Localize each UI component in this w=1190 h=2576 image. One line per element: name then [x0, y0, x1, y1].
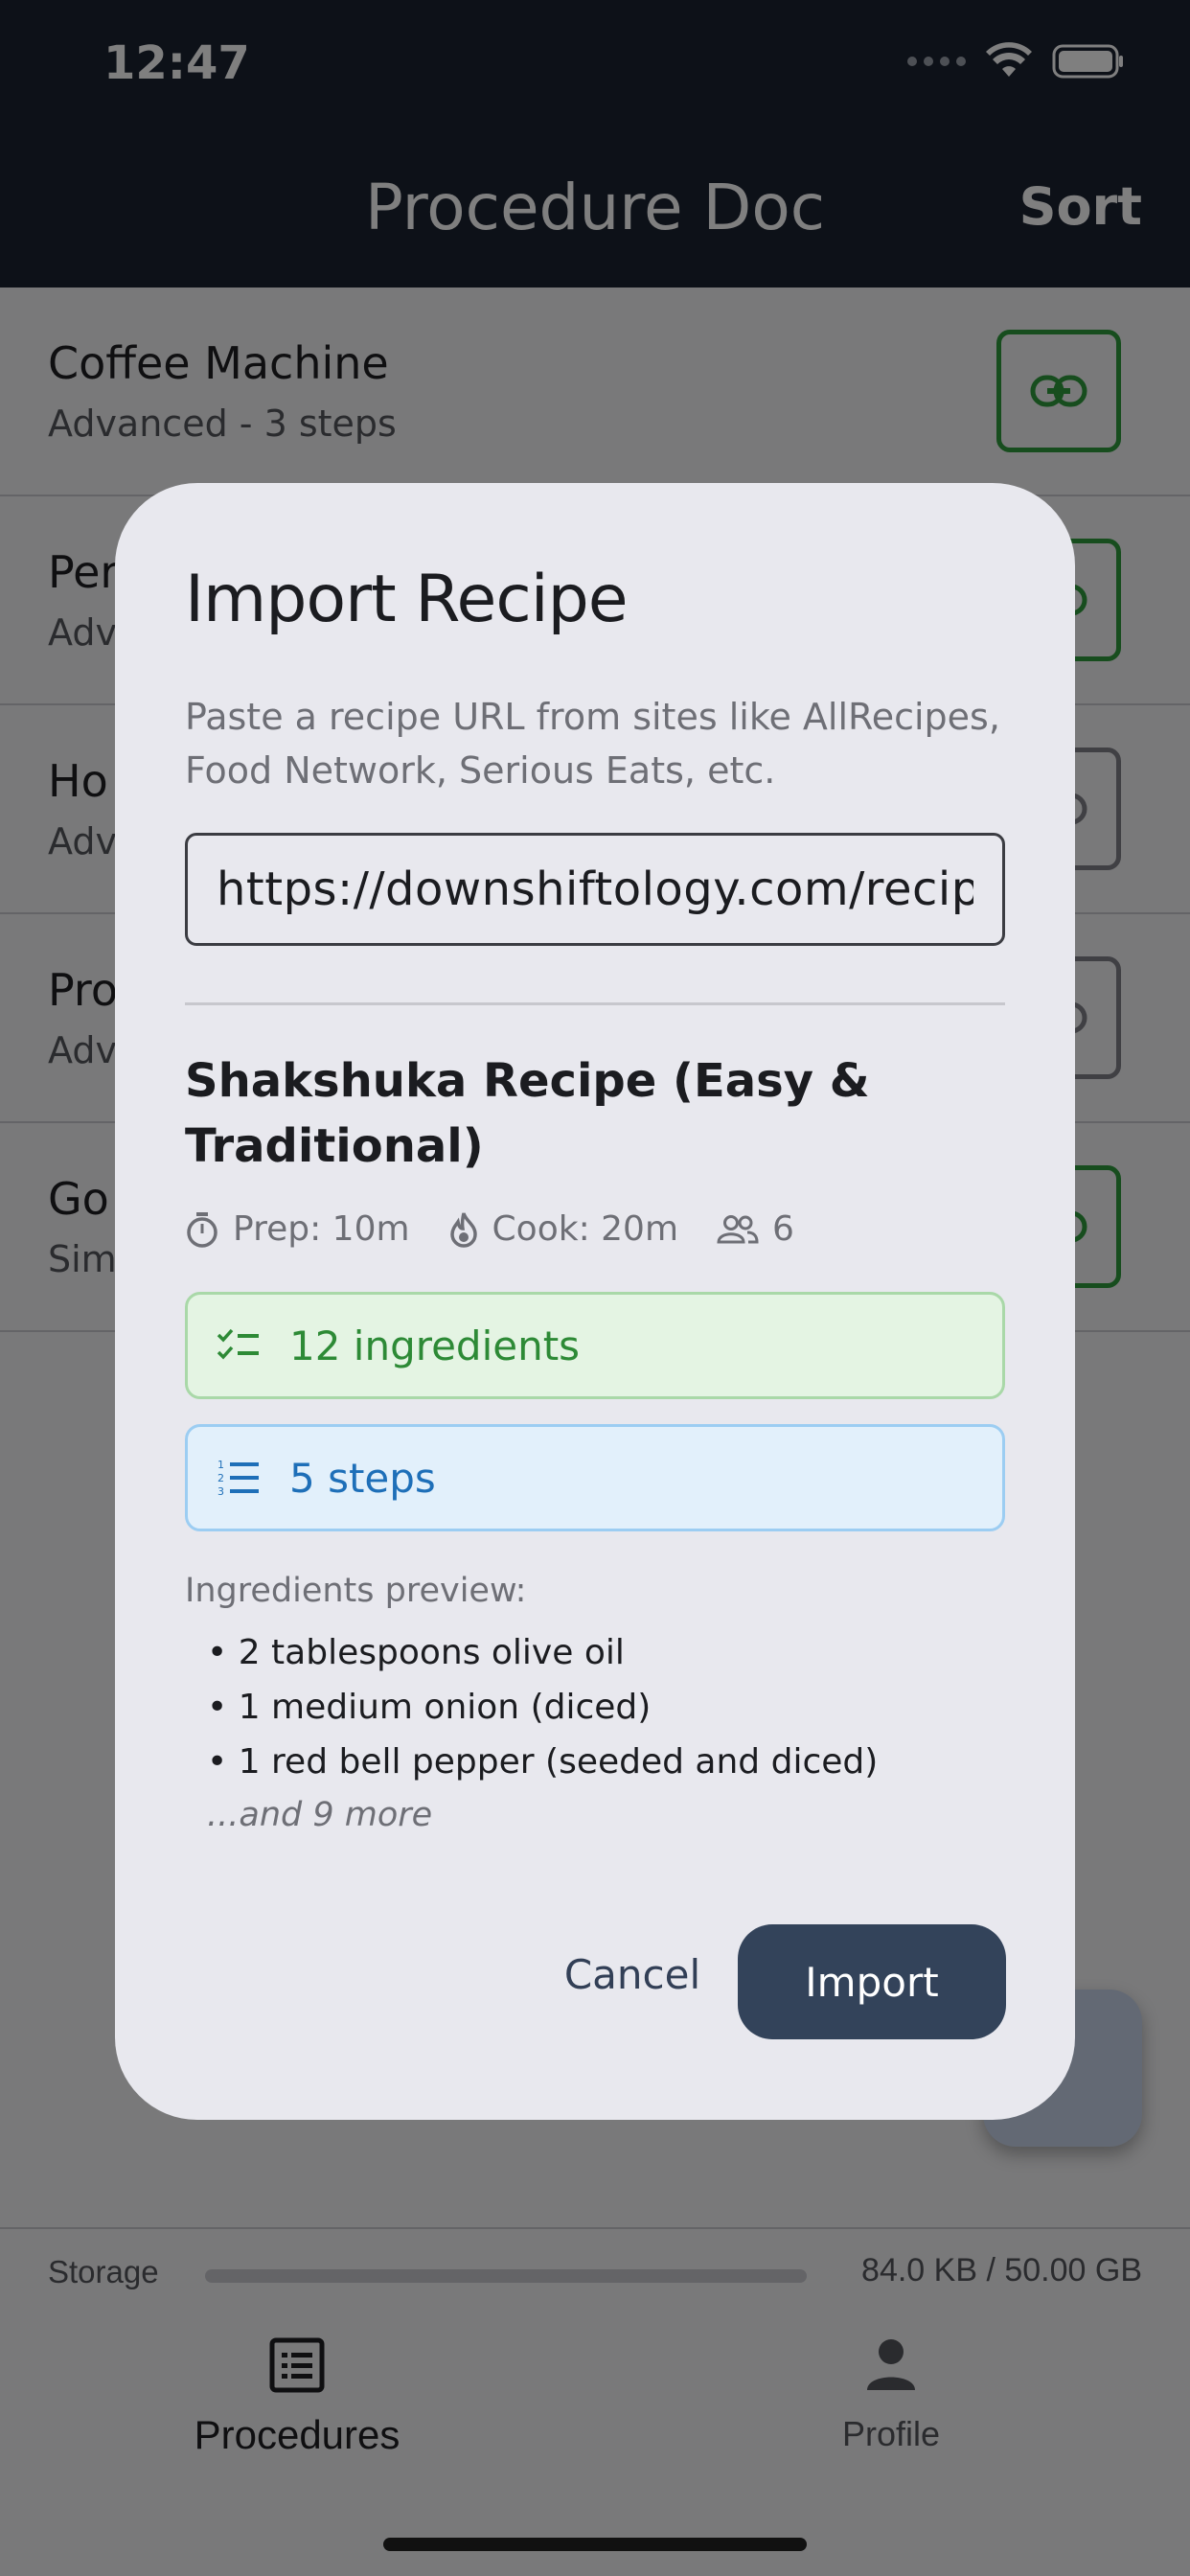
ingredients-count: 12 ingredients [289, 1322, 581, 1369]
cook-time-text: Cook: 20m [492, 1209, 679, 1249]
checklist-icon [217, 1326, 263, 1365]
home-indicator [383, 2538, 807, 2551]
ingredient-item: 2 tablespoons olive oil [207, 1625, 878, 1680]
recipe-meta: Prep: 10m Cook: 20m 6 [185, 1209, 833, 1249]
recipe-title: Shakshuka Recipe (Easy & Traditional) [185, 1054, 870, 1173]
svg-text:2: 2 [217, 1472, 224, 1484]
steps-count: 5 steps [289, 1454, 436, 1502]
ingredients-count-badge: 12 ingredients [185, 1292, 1005, 1399]
servings: 6 [717, 1209, 794, 1249]
prep-time-text: Prep: 10m [233, 1209, 410, 1249]
cancel-button[interactable]: Cancel [517, 1917, 747, 2032]
people-icon [717, 1214, 759, 1243]
more-ingredients-text: ...and 9 more [207, 1796, 433, 1834]
ingredient-item: 1 red bell pepper (seeded and diced) [207, 1735, 879, 1789]
divider [185, 1002, 1005, 1005]
servings-text: 6 [772, 1209, 794, 1249]
ingredients-preview-label: Ingredients preview: [185, 1572, 527, 1610]
timer-icon [187, 1211, 217, 1248]
import-button[interactable]: Import [738, 1924, 1006, 2039]
numbered-list-icon: 123 [217, 1458, 263, 1498]
recipe-url-field[interactable] [185, 833, 1005, 946]
ingredient-item: 1 medium onion (diced) [207, 1680, 878, 1735]
cook-time: Cook: 20m [448, 1209, 678, 1249]
prep-time: Prep: 10m [185, 1209, 410, 1249]
ingredients-preview-list: 2 tablespoons olive oil 1 medium onion (… [207, 1625, 879, 1789]
svg-text:1: 1 [217, 1459, 224, 1471]
flame-icon [449, 1211, 477, 1248]
dialog-title: Import Recipe [185, 562, 629, 637]
steps-count-badge: 123 5 steps [185, 1424, 1005, 1531]
recipe-url-input[interactable] [188, 836, 1002, 943]
import-recipe-dialog: Import Recipe Paste a recipe URL from si… [115, 483, 1075, 2120]
dialog-description: Paste a recipe URL from sites like AllRe… [185, 696, 1000, 792]
svg-text:3: 3 [217, 1485, 224, 1498]
